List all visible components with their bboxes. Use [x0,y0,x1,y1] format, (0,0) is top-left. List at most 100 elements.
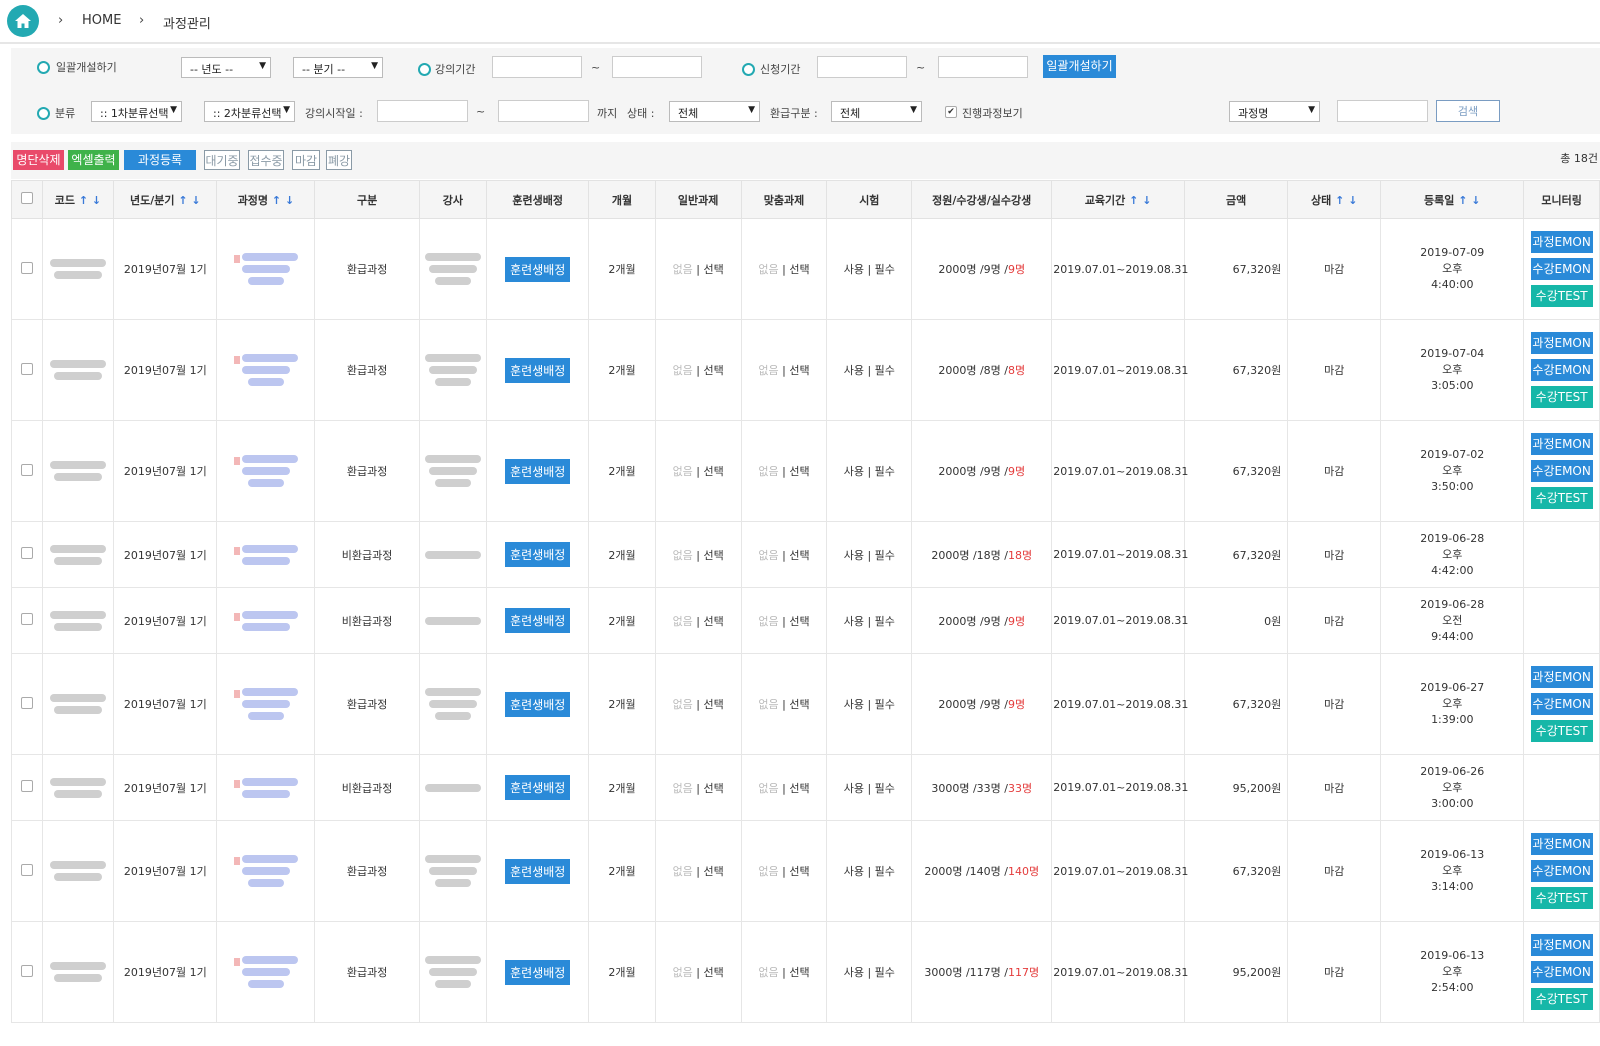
enroll-test-button[interactable]: 수강TEST [1530,720,1593,742]
filter-accepting-button[interactable]: 접수중 [248,150,284,170]
enroll-test-button[interactable]: 수강TEST [1530,386,1593,408]
course-emon-button[interactable]: 과정EMON [1530,833,1593,855]
task-select-link[interactable]: 선택 [789,364,809,377]
trainee-assign-button[interactable]: 훈련생배정 [505,608,571,633]
sort-asc-icon[interactable]: ↑ [1129,194,1138,207]
course-name-cell[interactable] [216,521,316,588]
task-select-link[interactable]: 선택 [704,263,724,276]
apply-period-radio[interactable] [742,63,755,76]
course-name-cell[interactable] [216,218,316,320]
enroll-test-button[interactable]: 수강TEST [1530,487,1593,509]
lecture-period-radio[interactable] [418,63,431,76]
task-select-link[interactable]: 선택 [789,465,809,478]
row-checkbox[interactable] [20,964,33,977]
enroll-emon-button[interactable]: 수강EMON [1530,693,1593,715]
sort-desc-icon[interactable]: ↓ [1471,194,1480,207]
task-select-link[interactable]: 선택 [704,364,724,377]
apply-end-input[interactable] [938,56,1028,78]
trainee-assign-button[interactable]: 훈련생배정 [505,691,571,717]
breadcrumb-home[interactable]: HOME [82,13,121,28]
home-button[interactable] [7,5,39,37]
sort-desc-icon[interactable]: ↓ [191,194,200,207]
course-name-cell[interactable] [216,587,316,654]
course-name-cell[interactable] [216,754,316,821]
row-checkbox[interactable] [20,613,33,625]
excel-export-button[interactable]: 엑셀출력 [68,150,119,170]
enroll-test-button[interactable]: 수강TEST [1530,285,1593,307]
task-select-link[interactable]: 선택 [789,615,809,628]
search-button[interactable]: 검색 [1436,100,1500,122]
in-progress-checkbox[interactable]: ✔ [945,106,957,118]
table-row[interactable]: 2019년07월 1기 환급과정 훈련생배정 2개월 없음 | 선택 없음 | 선택 사용 … [11,921,1600,1023]
course-emon-button[interactable]: 과정EMON [1530,231,1593,253]
trainee-assign-button[interactable]: 훈련생배정 [505,357,571,383]
course-name-cell[interactable] [216,653,316,755]
row-checkbox[interactable] [20,261,33,274]
sort-asc-icon[interactable]: ↑ [1335,194,1344,207]
course-name-cell[interactable] [216,319,316,421]
enroll-emon-button[interactable]: 수강EMON [1530,961,1593,983]
row-checkbox[interactable] [20,463,33,476]
task-select-link[interactable]: 선택 [789,549,809,562]
th-code[interactable]: 코드 ↑ ↓ [41,180,115,219]
sort-desc-icon[interactable]: ↓ [1348,194,1357,207]
trainee-assign-button[interactable]: 훈련생배정 [505,959,571,985]
select-all-checkbox[interactable] [20,192,33,204]
filter-waiting-button[interactable]: 대기중 [204,150,240,170]
status-select[interactable]: 전체 ▼ [669,101,760,122]
row-checkbox[interactable] [20,362,33,375]
sort-desc-icon[interactable]: ↓ [92,194,101,207]
trainee-assign-button[interactable]: 훈련생배정 [505,458,571,484]
th-edu-period[interactable]: 교육기간 ↑ ↓ [1051,180,1186,219]
th-year-quarter[interactable]: 년도/분기 ↑ ↓ [113,180,218,219]
task-select-link[interactable]: 선택 [789,966,809,979]
th-status[interactable]: 상태 ↑ ↓ [1287,180,1382,219]
trainee-assign-button[interactable]: 훈련생배정 [505,256,571,282]
table-row[interactable]: 2019년07월 1기 환급과정 훈련생배정 2개월 없음 | 선택 없음 | 선택 사용 … [11,820,1600,922]
task-select-link[interactable]: 선택 [704,865,724,878]
task-select-link[interactable]: 선택 [704,615,724,628]
sort-asc-icon[interactable]: ↑ [1458,194,1467,207]
sort-asc-icon[interactable]: ↑ [79,194,88,207]
enroll-emon-button[interactable]: 수강EMON [1530,860,1593,882]
sort-desc-icon[interactable]: ↓ [285,194,294,207]
task-select-link[interactable]: 선택 [704,698,724,711]
year-select[interactable]: -- 년도 -- ▼ [181,57,271,78]
enroll-emon-button[interactable]: 수강EMON [1530,258,1593,280]
lecture-startdate-to-input[interactable] [498,100,589,122]
course-emon-button[interactable]: 과정EMON [1530,332,1593,354]
trainee-assign-button[interactable]: 훈련생배정 [505,775,571,800]
enroll-test-button[interactable]: 수강TEST [1530,887,1593,909]
task-select-link[interactable]: 선택 [789,263,809,276]
table-row[interactable]: 2019년07월 1기 비환급과정 훈련생배정 2개월 없음 | 선택 없음 | 선택 사용… [11,754,1600,821]
course-name-cell[interactable] [216,921,316,1023]
sort-asc-icon[interactable]: ↑ [178,194,187,207]
table-row[interactable]: 2019년07월 1기 비환급과정 훈련생배정 2개월 없음 | 선택 없음 | 선택 사용… [11,521,1600,588]
apply-start-input[interactable] [817,56,907,78]
bulk-open-button[interactable]: 일괄개설하기 [1043,55,1116,78]
lecture-end-input[interactable] [612,56,702,78]
category-radio[interactable] [37,107,50,120]
task-select-link[interactable]: 선택 [789,865,809,878]
row-checkbox[interactable] [20,547,33,559]
course-emon-button[interactable]: 과정EMON [1530,433,1593,455]
task-select-link[interactable]: 선택 [704,966,724,979]
sort-desc-icon[interactable]: ↓ [1142,194,1151,207]
filter-cancelled-button[interactable]: 폐강 [326,150,352,170]
task-select-link[interactable]: 선택 [704,465,724,478]
filter-closed-button[interactable]: 마감 [292,150,320,170]
task-select-link[interactable]: 선택 [704,782,724,795]
search-input[interactable] [1337,100,1428,122]
table-row[interactable]: 2019년07월 1기 환급과정 훈련생배정 2개월 없음 | 선택 없음 | 선택 사용 … [11,420,1600,522]
th-course-name[interactable]: 과정명 ↑ ↓ [216,180,316,219]
enroll-emon-button[interactable]: 수강EMON [1530,460,1593,482]
search-field-select[interactable]: 과정명 ▼ [1229,101,1320,122]
sort-asc-icon[interactable]: ↑ [272,194,281,207]
th-reg-date[interactable]: 등록일 ↑ ↓ [1380,180,1525,219]
row-checkbox[interactable] [20,863,33,876]
table-row[interactable]: 2019년07월 1기 환급과정 훈련생배정 2개월 없음 | 선택 없음 | 선택 사용 … [11,218,1600,320]
task-select-link[interactable]: 선택 [789,782,809,795]
enroll-test-button[interactable]: 수강TEST [1530,988,1593,1010]
bulk-open-radio[interactable] [37,61,50,74]
row-checkbox[interactable] [20,780,33,792]
